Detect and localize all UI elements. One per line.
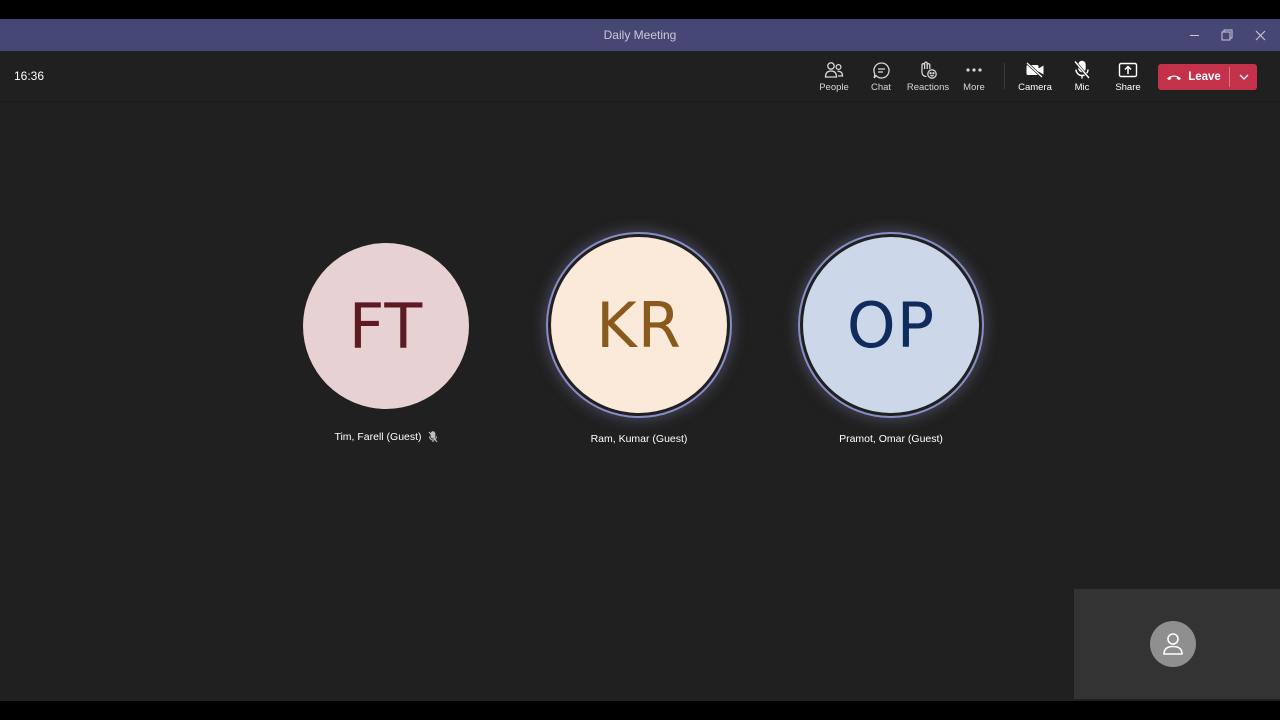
close-icon[interactable] — [1243, 19, 1277, 51]
camera-off-icon — [1025, 59, 1045, 81]
toolbar-divider — [1004, 63, 1005, 89]
bottom-letterbox — [0, 701, 1280, 720]
meeting-clock: 16:36 — [14, 69, 45, 83]
participant-name-row: Pramot, Omar (Guest) — [839, 433, 943, 445]
avatar-initials: FT — [348, 289, 424, 363]
more-label: More — [963, 82, 985, 93]
leave-button-group: Leave — [1158, 64, 1257, 90]
avatar: OP — [803, 237, 979, 413]
window-title: Daily Meeting — [603, 28, 677, 42]
meeting-window: Daily Meeting 16:36 People Chat Reaction… — [0, 0, 1280, 720]
avatar: KR — [551, 237, 727, 413]
muted-mic-icon — [428, 431, 438, 443]
phone-hangup-icon — [1166, 73, 1182, 81]
speaking-ring: KR — [546, 232, 732, 418]
participant-name: Tim, Farell (Guest) — [334, 431, 422, 443]
meeting-toolbar: 16:36 People Chat Reactions More Camera … — [0, 51, 1280, 102]
person-icon — [1150, 621, 1196, 667]
more-button[interactable]: More — [951, 59, 997, 97]
reactions-icon — [918, 59, 938, 81]
minimize-icon[interactable] — [1177, 19, 1211, 51]
avatar-initials: KR — [596, 288, 682, 362]
chat-button[interactable]: Chat — [858, 59, 904, 97]
self-view-tile[interactable] — [1074, 589, 1280, 699]
participant-name: Pramot, Omar (Guest) — [839, 433, 943, 445]
people-button[interactable]: People — [811, 59, 857, 97]
leave-options-button[interactable] — [1230, 64, 1257, 90]
chevron-down-icon — [1239, 74, 1249, 80]
avatar-initials: OP — [846, 288, 936, 362]
speaking-ring: OP — [798, 232, 984, 418]
participant-tile[interactable]: KR Ram, Kumar (Guest) — [539, 232, 739, 445]
people-label: People — [819, 82, 849, 93]
mic-off-icon — [1073, 59, 1091, 81]
participant-name: Ram, Kumar (Guest) — [590, 433, 688, 445]
share-label: Share — [1115, 82, 1141, 93]
chat-icon — [872, 59, 891, 81]
people-icon — [824, 59, 844, 81]
leave-label: Leave — [1188, 71, 1221, 83]
mic-button[interactable]: Mic — [1059, 59, 1105, 97]
reactions-button[interactable]: Reactions — [905, 59, 951, 97]
camera-button[interactable]: Camera — [1012, 59, 1058, 97]
meeting-stage: 16:36 People Chat Reactions More Camera … — [0, 51, 1280, 701]
avatar: FT — [303, 243, 469, 409]
share-button[interactable]: Share — [1105, 59, 1151, 97]
participant-name-row: Ram, Kumar (Guest) — [591, 433, 688, 445]
mic-label: Mic — [1074, 82, 1090, 93]
restore-icon[interactable] — [1210, 19, 1244, 51]
participant-name-row: Tim, Farell (Guest) — [334, 431, 437, 443]
camera-label: Camera — [1018, 82, 1052, 93]
chat-label: Chat — [870, 82, 892, 93]
title-bar: Daily Meeting — [0, 19, 1280, 51]
share-icon — [1118, 59, 1138, 81]
reactions-label: Reactions — [906, 82, 950, 93]
leave-button[interactable]: Leave — [1158, 64, 1229, 90]
more-icon — [965, 59, 983, 81]
participant-tile[interactable]: OP Pramot, Omar (Guest) — [791, 232, 991, 445]
participant-tile[interactable]: FT Tim, Farell (Guest) — [286, 243, 486, 443]
